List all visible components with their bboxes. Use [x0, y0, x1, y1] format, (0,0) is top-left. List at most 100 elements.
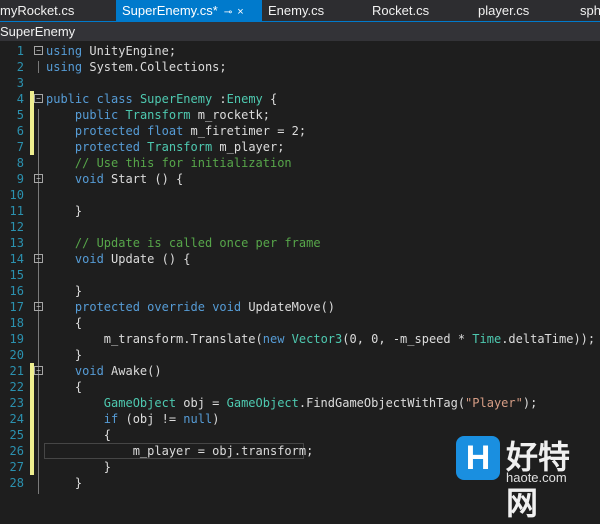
code-token: } — [46, 460, 112, 474]
code-token: obj = — [176, 396, 227, 410]
code-line[interactable]: 9 − void Start () { — [0, 171, 600, 187]
code-token: : — [212, 92, 227, 106]
code-text: public Transform m_rocketk; — [46, 107, 270, 123]
tab-3[interactable]: Enemy.cs — [262, 0, 366, 21]
code-token: GameObject — [103, 396, 177, 410]
code-token: // Update is called once per frame — [74, 236, 321, 250]
code-line[interactable]: 16 } — [0, 283, 600, 299]
collapse-icon[interactable]: − — [34, 254, 43, 263]
line-number: 7 — [16, 140, 24, 154]
code-line[interactable]: 3 — [0, 75, 600, 91]
code-line[interactable]: 12 — [0, 219, 600, 235]
code-token: public — [46, 92, 90, 106]
code-line[interactable]: 23 GameObject obj = GameObject.FindGameO… — [0, 395, 600, 411]
code-token: "Player" — [465, 396, 523, 410]
code-text: protected float m_firetimer = 2; — [46, 123, 306, 139]
code-editor[interactable]: 1− using UnityEngine; 2 using System.Collec… — [0, 41, 600, 494]
code-line[interactable]: 1 − using UnityEngine; — [0, 43, 600, 59]
code-text: } — [46, 283, 82, 299]
code-text: } — [46, 475, 82, 491]
watermark-url: haote.com — [506, 470, 567, 485]
code-token: m_transform.Translate( — [46, 332, 263, 346]
code-token: GameObject — [226, 396, 299, 410]
code-token: Transform — [125, 108, 191, 122]
line-number: 13 — [9, 236, 24, 250]
tab-5[interactable]: player.cs — [472, 0, 574, 21]
code-token: float — [147, 124, 184, 138]
pin-icon[interactable]: ⊸ — [224, 7, 232, 18]
code-token: } — [46, 204, 83, 218]
code-line[interactable]: 6 protected float m_firetimer = 2; — [0, 123, 600, 139]
tab-6[interactable]: sphe — [574, 0, 600, 21]
code-line[interactable]: 19 m_transform.Translate(new Vector3(0, … — [0, 331, 600, 347]
line-number: 3 — [16, 76, 24, 90]
tab-2[interactable]: SuperEnemy.cs* ⊸ × — [116, 0, 262, 21]
tab-4[interactable]: Rocket.cs — [366, 0, 472, 21]
code-line[interactable]: 5 public Transform m_rocketk; — [0, 107, 600, 123]
line-number: 5 — [16, 108, 24, 122]
line-number: 6 — [16, 124, 24, 138]
code-token: .deltaTime)); — [501, 332, 596, 346]
code-line[interactable]: 15 — [0, 267, 600, 283]
line-number: 4 — [16, 92, 24, 106]
code-line[interactable]: 8 // Use this for initialization — [0, 155, 600, 171]
code-line[interactable]: 14 − void Update () { — [0, 251, 600, 267]
code-line[interactable]: 4 − public class SuperEnemy :Enemy { — [0, 91, 600, 107]
code-line[interactable]: 21 − void Awake() — [0, 363, 600, 379]
code-token: Transform — [147, 140, 213, 154]
collapse-icon[interactable]: − — [34, 302, 43, 311]
tab-label: SuperEnemy.cs* — [122, 3, 218, 18]
code-line[interactable]: 17 − protected override void UpdateMove() — [0, 299, 600, 315]
line-number: 18 — [9, 316, 24, 330]
code-line[interactable]: 24 if (obj != null) — [0, 411, 600, 427]
code-text: using System.Collections; — [46, 59, 227, 75]
code-token: new — [262, 332, 285, 346]
code-line[interactable]: 22 { — [0, 379, 600, 395]
line-number: 16 — [9, 284, 24, 298]
line-number: 24 — [9, 412, 24, 426]
code-line[interactable]: 18 { — [0, 315, 600, 331]
code-token: { — [46, 380, 83, 394]
code-token: } — [46, 348, 83, 362]
tab-1[interactable]: myRocket.cs — [0, 0, 116, 21]
code-text: // Update is called once per frame — [46, 235, 321, 251]
line-number: 27 — [9, 460, 24, 474]
code-line[interactable]: 11 } — [0, 203, 600, 219]
code-line[interactable]: 2 using System.Collections; — [0, 59, 600, 75]
code-token: System.Collections; — [82, 60, 227, 74]
code-token: m_rocketk; — [190, 108, 271, 122]
code-token: UpdateMove() — [241, 300, 336, 314]
close-icon[interactable]: × — [237, 6, 243, 18]
code-line[interactable]: 10 — [0, 187, 600, 203]
code-token: null — [183, 412, 213, 426]
collapse-icon[interactable]: − — [34, 46, 43, 55]
code-token: protected — [74, 140, 140, 154]
line-number: 15 — [9, 268, 24, 282]
code-token: .FindGameObjectWithTag( — [298, 396, 466, 410]
collapse-icon[interactable]: − — [34, 366, 43, 375]
collapse-icon[interactable]: − — [34, 174, 43, 183]
code-text: protected Transform m_player; — [46, 139, 285, 155]
line-number: 21 — [9, 364, 24, 378]
code-line[interactable]: 20 } — [0, 347, 600, 363]
line-number: 23 — [9, 396, 24, 410]
collapse-icon[interactable]: − — [34, 94, 43, 103]
code-text: m_transform.Translate(new Vector3(0, 0, … — [46, 331, 595, 347]
line-number: 17 — [9, 300, 24, 314]
code-line[interactable]: 13 // Update is called once per frame — [0, 235, 600, 251]
line-number: 25 — [9, 428, 24, 442]
line-number: 12 — [9, 220, 24, 234]
tab-label: Rocket.cs — [372, 3, 430, 18]
navigation-bar[interactable]: SuperEnemy — [0, 21, 600, 41]
code-line[interactable]: 7 protected Transform m_player; — [0, 139, 600, 155]
code-text: m_player = obj.transform; — [46, 443, 314, 459]
code-token: { — [262, 92, 278, 106]
class-navigation-dropdown[interactable]: SuperEnemy — [0, 22, 75, 41]
